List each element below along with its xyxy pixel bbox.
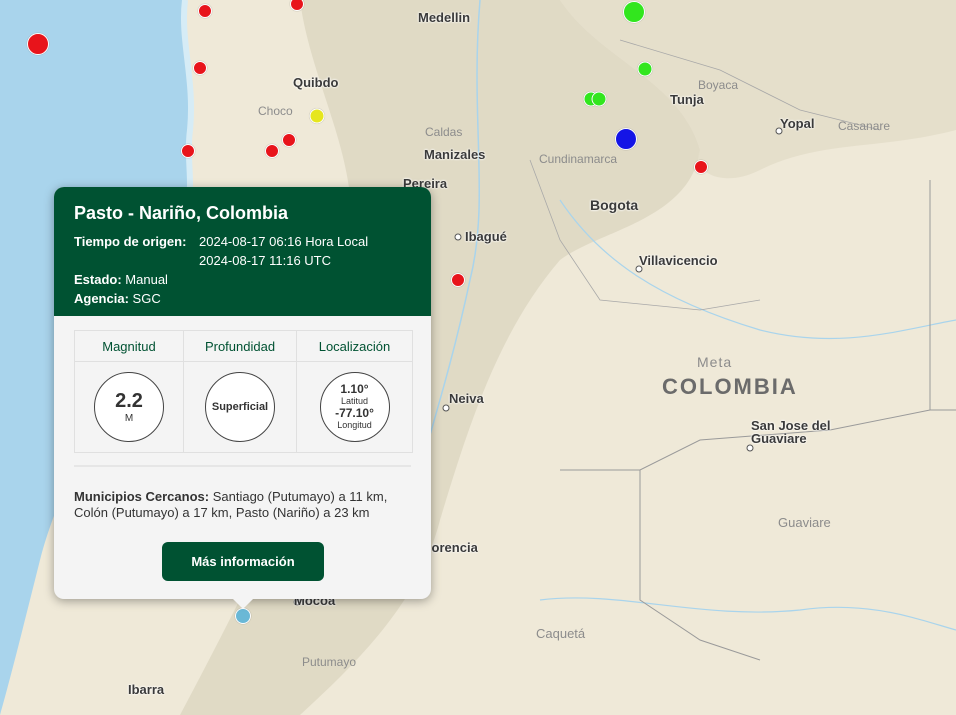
- city-label: Quibdo: [293, 75, 339, 90]
- depth-circle: Superficial: [205, 372, 275, 442]
- city-label: Bogota: [590, 197, 639, 213]
- location-circle: 1.10° Latitud -77.10° Longitud: [319, 372, 390, 442]
- earthquake-marker[interactable]: [451, 273, 465, 287]
- map[interactable]: Medellin Quibdo Tunja Yopal Manizales Pe…: [0, 0, 956, 715]
- agency-row: Agencia: SGC: [74, 289, 411, 308]
- origin-label: Tiempo de origen:: [74, 234, 187, 249]
- status-value: Manual: [125, 272, 168, 287]
- depth-value: Superficial: [211, 401, 269, 413]
- city-label: Yopal: [780, 116, 815, 131]
- city-label: Villavicencio: [639, 253, 718, 268]
- region-label: Caquetá: [536, 626, 586, 641]
- city-marker: [454, 233, 462, 241]
- origin-utc-row: 2024-08-17 11:16 UTC: [74, 251, 411, 270]
- region-label: Meta: [697, 354, 733, 370]
- origin-time-row: Tiempo de origen: 2024-08-17 06:16 Hora …: [74, 232, 411, 251]
- earthquake-marker[interactable]: [265, 144, 279, 158]
- region-label: Choco: [258, 104, 293, 118]
- more-info-button[interactable]: Más información: [162, 542, 324, 581]
- magnitude-cell: 2.2 M: [75, 362, 184, 452]
- location-header: Localización: [297, 331, 412, 362]
- city-label: Ibarra: [128, 682, 165, 697]
- earthquake-marker[interactable]: [623, 1, 645, 23]
- earthquake-marker[interactable]: [27, 33, 49, 55]
- region-label: Putumayo: [302, 655, 357, 669]
- region-label: Guaviare: [778, 515, 831, 530]
- earthquake-marker[interactable]: [181, 144, 195, 158]
- earthquake-marker[interactable]: [637, 61, 653, 77]
- magnitude-value: 2.2: [115, 390, 143, 412]
- earthquake-marker[interactable]: [309, 108, 325, 124]
- city-label: Manizales: [424, 147, 486, 162]
- status-label: Estado:: [74, 272, 122, 287]
- nearby-label: Municipios Cercanos:: [74, 489, 210, 504]
- agency-label: Agencia:: [74, 291, 129, 306]
- region-label: Casanare: [838, 119, 891, 133]
- event-details-table: Magnitud Profundidad Localización 2.2 M …: [74, 330, 413, 453]
- magnitude-circle: 2.2 M: [94, 372, 164, 442]
- selected-earthquake-marker[interactable]: [235, 608, 251, 624]
- popup-header: Pasto - Nariño, Colombia Tiempo de orige…: [54, 187, 431, 316]
- origin-utc-time: 2024-08-17 11:16 UTC: [199, 253, 332, 268]
- earthquake-marker[interactable]: [193, 61, 207, 75]
- earthquake-marker[interactable]: [282, 133, 296, 147]
- popup-divider: [74, 465, 411, 467]
- agency-value: SGC: [132, 291, 161, 306]
- depth-cell: Superficial: [184, 362, 297, 452]
- magnitude-header: Magnitud: [75, 331, 184, 362]
- earthquake-marker[interactable]: [591, 91, 607, 107]
- region-label: Caldas: [425, 125, 463, 139]
- region-label: Boyaca: [698, 78, 739, 92]
- earthquake-marker[interactable]: [694, 160, 708, 174]
- popup-pointer: [232, 598, 254, 609]
- origin-local-time: 2024-08-17 06:16 Hora Local: [199, 234, 369, 249]
- earthquake-marker[interactable]: [615, 128, 637, 150]
- city-label: Neiva: [449, 391, 484, 406]
- region-label: Cundinamarca: [539, 152, 618, 166]
- longitude-value: -77.10°: [335, 406, 374, 420]
- nearby-municipalities: Municipios Cercanos: Santiago (Putumayo)…: [74, 489, 414, 521]
- city-label: Medellin: [418, 10, 471, 25]
- status-row: Estado: Manual: [74, 270, 411, 289]
- location-cell: 1.10° Latitud -77.10° Longitud: [297, 362, 412, 452]
- country-label: COLOMBIA: [662, 374, 798, 399]
- depth-header: Profundidad: [184, 331, 297, 362]
- earthquake-popup: Pasto - Nariño, Colombia Tiempo de orige…: [54, 187, 431, 609]
- city-label: Guaviare: [751, 431, 807, 446]
- earthquake-marker[interactable]: [198, 4, 212, 18]
- magnitude-unit: M: [124, 413, 134, 424]
- popup-title: Pasto - Nariño, Colombia: [74, 203, 289, 223]
- longitude-label: Longitud: [337, 420, 372, 430]
- latitude-value: 1.10°: [340, 382, 369, 396]
- city-label: Ibagué: [465, 229, 507, 244]
- city-label: Tunja: [670, 92, 704, 107]
- department-border: [929, 180, 956, 411]
